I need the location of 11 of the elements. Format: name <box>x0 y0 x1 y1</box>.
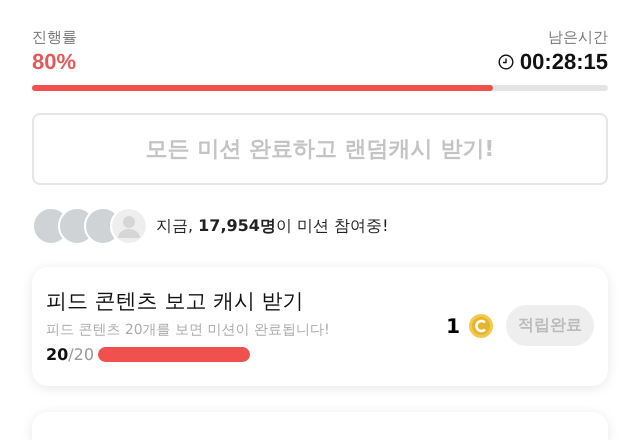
countdown-time: 00:28:15 <box>520 49 608 75</box>
coin-icon <box>468 312 494 338</box>
reward-amount: 1 <box>446 314 460 338</box>
mission-description: 피드 콘텐츠 20개를 보면 미션이 완료됩니다! <box>46 321 331 339</box>
progress-percent: 80% <box>32 49 77 75</box>
participants-text: 지금, 17,954명이 미션 참여중! <box>156 216 389 236</box>
time-left-label: 남은시간 <box>548 28 608 47</box>
mission-title: 피드 콘텐츠 보고 캐시 받기 <box>46 288 305 315</box>
clock-icon <box>498 54 514 70</box>
mission-count: 20/20 <box>46 345 94 364</box>
progress-label: 진행률 <box>32 28 77 47</box>
